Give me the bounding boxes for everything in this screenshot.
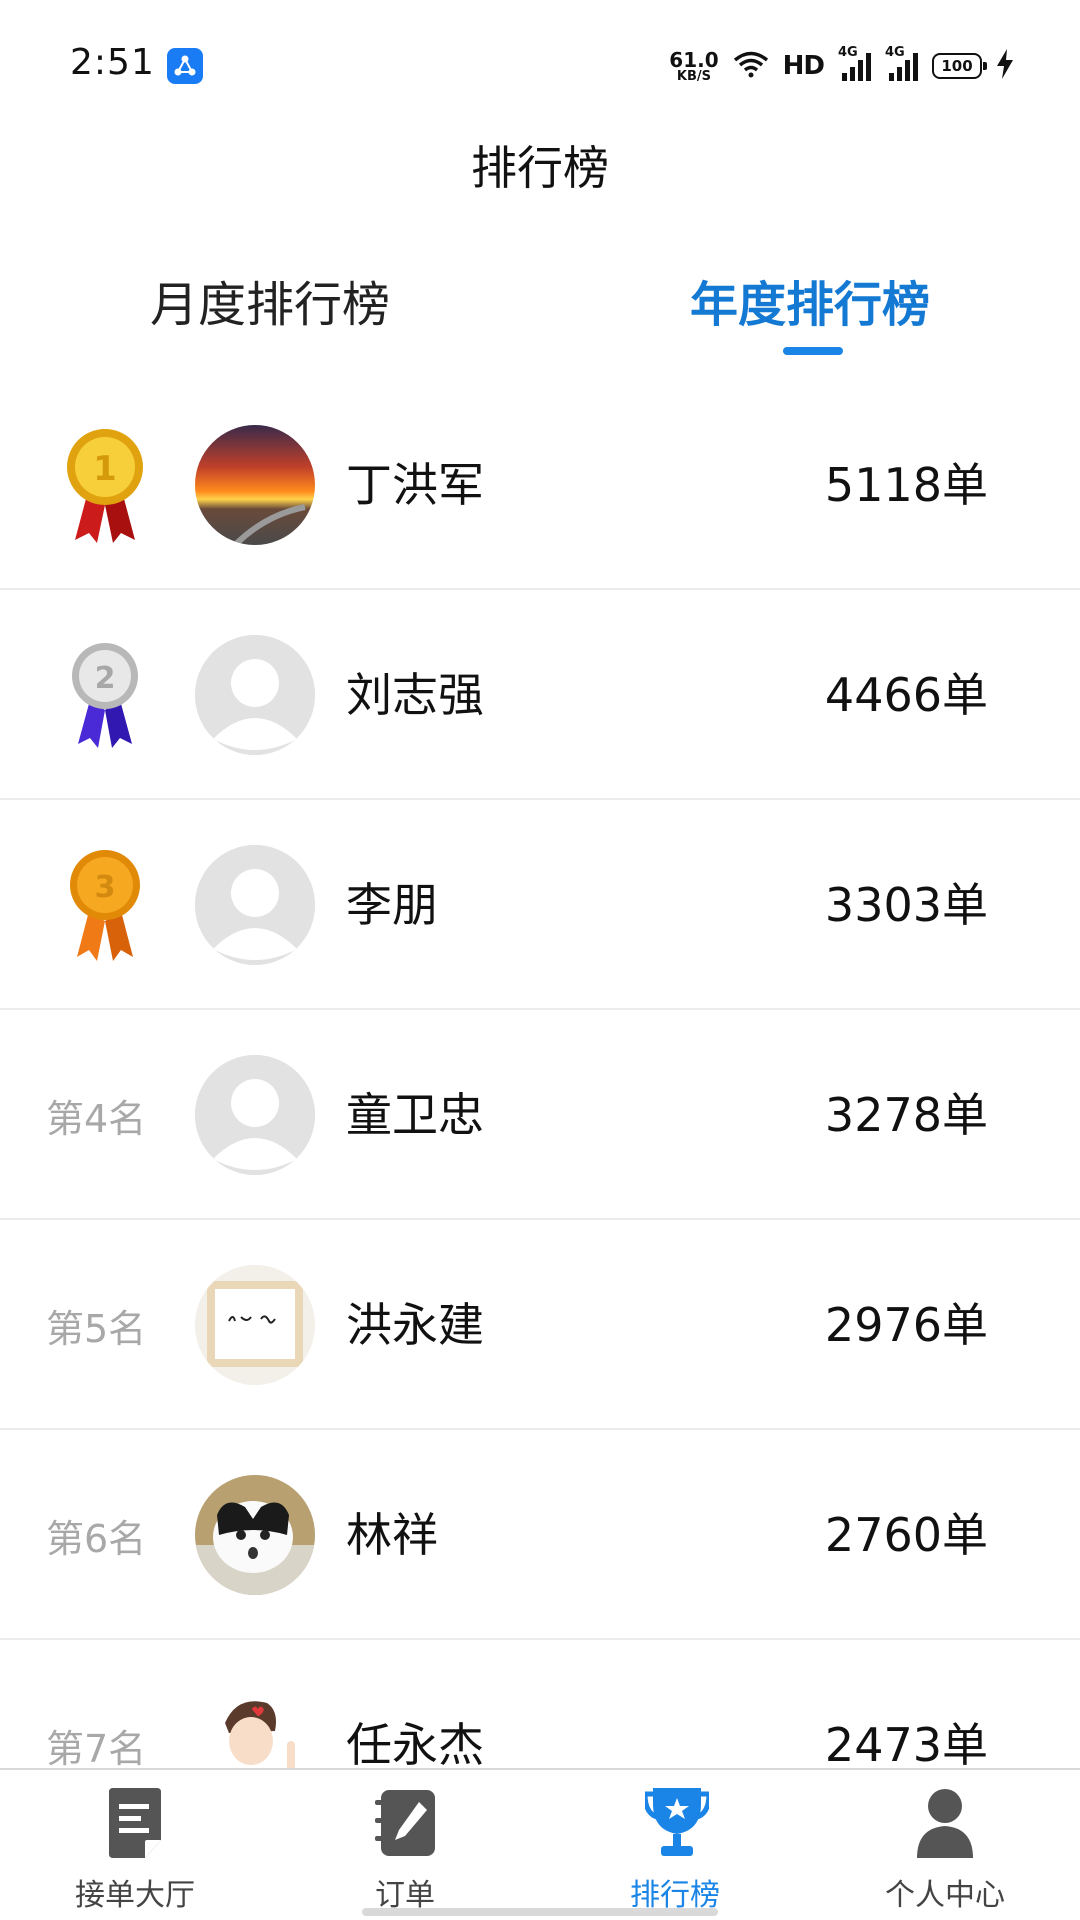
app-notification-icon <box>167 48 203 84</box>
svg-text:3: 3 <box>95 870 116 905</box>
net-speed-value: 61.0 <box>669 47 719 72</box>
charging-icon <box>996 49 1014 83</box>
wifi-icon <box>733 50 769 82</box>
order-count: 5118单 <box>824 458 988 512</box>
page-title: 排行榜 <box>471 141 609 195</box>
status-indicators: 61.0 KB/S HD 4G 4G 100 <box>669 44 1014 88</box>
order-count: 2976单 <box>824 1298 988 1352</box>
person-icon <box>917 1789 973 1858</box>
signal-icon: 4G <box>885 45 918 81</box>
gold-medal-icon: 1 <box>40 380 170 590</box>
battery-icon: 100 <box>932 53 987 79</box>
avatar <box>195 425 315 545</box>
order-count: 3303单 <box>824 878 988 932</box>
svg-text:2: 2 <box>95 661 116 696</box>
ranking-row[interactable]: 2 刘志强 4466单 <box>0 590 1080 800</box>
order-count: 4466单 <box>824 668 988 722</box>
tab-monthly-ranking[interactable]: 月度排行榜 <box>0 265 540 335</box>
ranking-row[interactable]: 3 李朋 3303单 <box>0 800 1080 1010</box>
active-tab-indicator <box>783 347 843 355</box>
notebook-pen-icon <box>375 1790 435 1856</box>
rank-label: 第7名 <box>46 1726 147 1771</box>
rank-label: 第6名 <box>46 1516 147 1561</box>
order-count: 3278单 <box>824 1088 988 1142</box>
user-name: 丁洪军 <box>346 458 484 512</box>
ranking-row[interactable]: 第6名 林祥 2760单 <box>0 1430 1080 1640</box>
default-user-avatar <box>195 635 315 755</box>
user-name: 洪永建 <box>346 1298 484 1352</box>
default-user-avatar <box>195 1055 315 1175</box>
nav-profile[interactable]: 个人中心 <box>810 1770 1080 1920</box>
ranking-row[interactable]: 1 丁洪军 5118单 <box>0 380 1080 590</box>
silver-medal-icon: 2 <box>40 590 170 800</box>
battery-level: 100 <box>941 57 973 75</box>
trophy-icon <box>645 1788 709 1856</box>
nav-label: 个人中心 <box>885 1878 1005 1913</box>
status-bar: 2:51 61.0 KB/S HD 4G 4G 100 <box>0 0 1080 130</box>
default-user-avatar <box>195 845 315 965</box>
tab-yearly-ranking[interactable]: 年度排行榜 <box>540 265 1080 335</box>
nav-order-hall[interactable]: 接单大厅 <box>0 1770 270 1920</box>
signal-icon: 4G <box>838 45 871 81</box>
hd-label: HD <box>782 51 825 81</box>
svg-text:1: 1 <box>93 449 117 489</box>
nav-leaderboard[interactable]: 排行榜 <box>540 1770 810 1920</box>
ranking-row[interactable]: 第5名 洪永建 2976单 <box>0 1220 1080 1430</box>
network-speed: 61.0 KB/S <box>669 50 718 83</box>
ranking-row[interactable]: 第4名 童卫忠 3278单 <box>0 1010 1080 1220</box>
avatar <box>195 1265 315 1385</box>
user-name: 李朋 <box>346 878 438 932</box>
signal-tag: 4G <box>838 45 858 60</box>
rank-label: 第5名 <box>46 1306 147 1351</box>
bronze-medal-icon: 3 <box>40 800 170 1010</box>
nav-label: 接单大厅 <box>75 1878 195 1913</box>
ranking-tabs: 月度排行榜 年度排行榜 <box>0 255 1080 365</box>
home-indicator[interactable] <box>362 1908 718 1916</box>
net-speed-unit: KB/S <box>676 68 712 84</box>
user-name: 童卫忠 <box>346 1088 484 1142</box>
user-name: 刘志强 <box>346 668 484 722</box>
user-name: 林祥 <box>346 1508 438 1562</box>
signal-tag: 4G <box>885 45 905 60</box>
ranking-list: 1 丁洪军 5118单 2 刘志强 4466单 3 李朋 3303单 第4名 童… <box>0 380 1080 1850</box>
rank-label: 第4名 <box>46 1096 147 1141</box>
status-time: 2:51 <box>70 42 155 83</box>
avatar <box>195 1475 315 1595</box>
bottom-navigation: 接单大厅 订单 排行榜 个人中心 <box>0 1768 1080 1920</box>
nav-orders[interactable]: 订单 <box>270 1770 540 1920</box>
document-icon <box>109 1788 161 1858</box>
order-count: 2760单 <box>824 1508 988 1562</box>
